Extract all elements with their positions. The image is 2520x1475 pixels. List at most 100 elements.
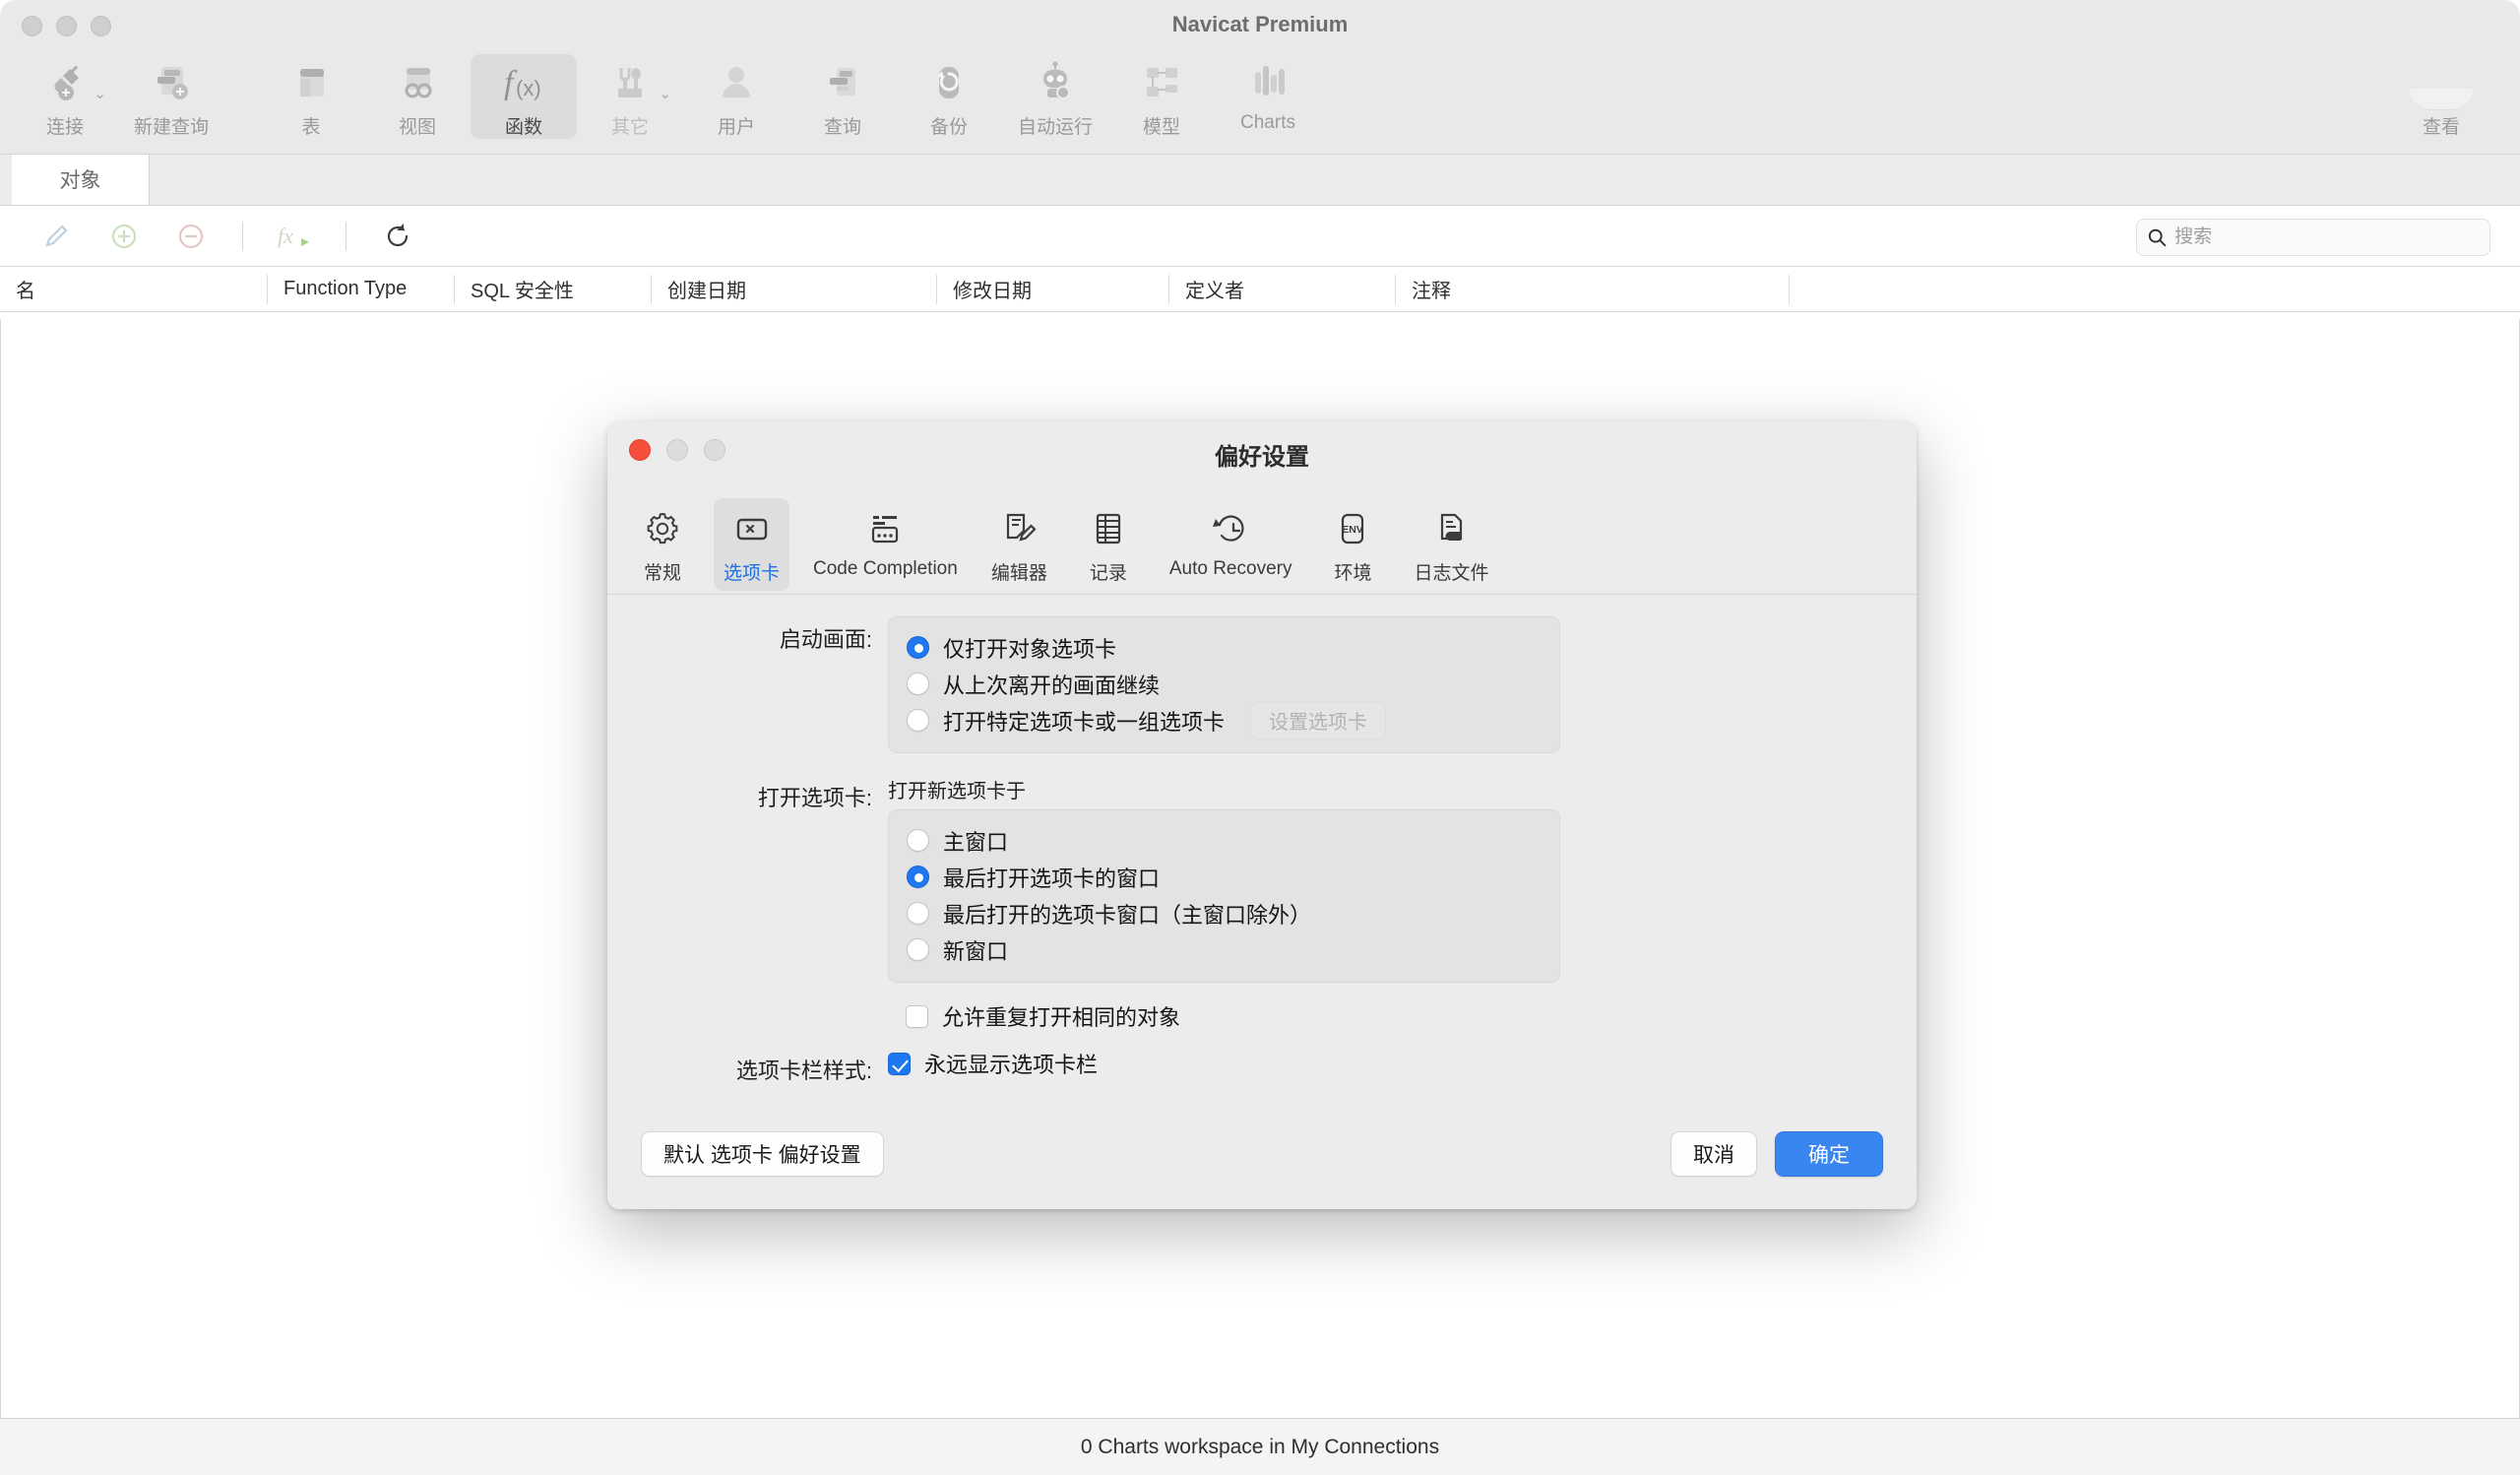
tabbar-style-section: 选项卡栏样式: 永远显示选项卡栏 — [607, 1048, 1917, 1085]
dialog-tab-environment[interactable]: ENV 环境 — [1315, 498, 1390, 591]
execute-button[interactable]: fx — [261, 215, 328, 258]
dialog-tab-label: Auto Recovery — [1168, 558, 1292, 579]
checkbox-always-show-tabbar[interactable] — [888, 1052, 911, 1075]
ok-button[interactable]: 确定 — [1775, 1131, 1883, 1177]
toolbar-item-view-options[interactable]: 查看 — [2362, 55, 2520, 139]
dialog-title: 偏好设置 — [1215, 444, 1309, 471]
tab-label: 对象 — [59, 169, 101, 192]
option-label: 从上次离开的画面继续 — [943, 673, 1161, 698]
backup-icon — [921, 55, 976, 110]
toolbar-item-query[interactable]: 查询 — [789, 51, 896, 139]
startup-option-row[interactable]: 打开特定选项卡或一组选项卡 设置选项卡 — [907, 701, 1542, 739]
dialog-tab-code-completion[interactable]: Code Completion — [803, 498, 968, 586]
svg-text:ENV: ENV — [1343, 524, 1364, 536]
code-completion-icon — [858, 502, 912, 555]
open-tabs-option-row[interactable]: 最后打开的选项卡窗口（主窗口除外） — [907, 895, 1542, 931]
dialog-tab-general[interactable]: 常规 — [625, 498, 700, 591]
records-grid-icon — [1082, 502, 1135, 555]
refresh-icon — [387, 223, 409, 246]
allow-duplicate-row[interactable]: 允许重复打开相同的对象 — [888, 1000, 1180, 1032]
search-box[interactable] — [2136, 219, 2490, 256]
toolbar-item-function[interactable]: f (x) 函数 — [471, 54, 577, 139]
column-header-name[interactable]: 名 — [0, 274, 268, 304]
chevron-down-icon[interactable]: ⌄ — [94, 85, 106, 102]
chevron-down-icon[interactable]: ⌄ — [659, 85, 671, 102]
toolbar-item-connection[interactable]: 连接 ⌄ — [12, 51, 118, 139]
view-icon — [390, 55, 445, 110]
search-icon — [2148, 228, 2167, 247]
toolbar-right-group: 查看 — [2362, 51, 2520, 154]
tabbar-style-row[interactable]: 永远显示选项卡栏 — [888, 1048, 1098, 1079]
checkbox-allow-duplicate-open[interactable] — [906, 1004, 928, 1028]
delete-button[interactable] — [158, 215, 224, 258]
option-label: 最后打开选项卡的窗口 — [943, 866, 1161, 891]
new-query-icon — [144, 55, 199, 110]
column-header-func-type[interactable]: Function Type — [268, 274, 455, 304]
column-header-modified[interactable]: 修改日期 — [937, 274, 1169, 304]
radio-open-object-tab-only[interactable] — [907, 636, 929, 659]
refresh-button[interactable] — [364, 215, 431, 258]
open-tabs-option-row[interactable]: 最后打开选项卡的窗口 — [907, 859, 1542, 895]
open-tabs-label: 打开选项卡: — [757, 786, 872, 810]
startup-section: 启动画面: 仅打开对象选项卡 从上次离开的画面继续 打开特定选项卡或一组选项卡 … — [607, 616, 1917, 753]
add-button[interactable] — [91, 215, 158, 258]
toolbar-items: 连接 ⌄ 新建查询 表 视图 f (x) 函数 其它 ⌄ 用户 查询 备份 自动… — [0, 51, 2520, 154]
open-tabs-option-row[interactable]: 新窗口 — [907, 931, 1542, 968]
toolbar-label: Charts — [1240, 112, 1295, 133]
radio-main-window[interactable] — [907, 829, 929, 852]
column-header-comment[interactable]: 注释 — [1396, 274, 1790, 304]
statusbar: 0 Charts workspace in My Connections — [0, 1418, 2520, 1475]
dialog-tab-label: 编辑器 — [990, 563, 1047, 584]
restore-defaults-button[interactable]: 默认 选项卡 偏好设置 — [641, 1131, 884, 1177]
open-tabs-option-row[interactable]: 主窗口 — [907, 822, 1542, 859]
radio-new-window[interactable] — [907, 938, 929, 961]
edit-button[interactable] — [24, 215, 91, 258]
actionbar-divider — [242, 221, 243, 251]
statusbar-text: 0 Charts workspace in My Connections — [1080, 1435, 1440, 1458]
charts-icon — [1240, 55, 1295, 110]
dialog-tab-tabs[interactable]: 选项卡 — [714, 498, 790, 591]
toolbar-item-table[interactable]: 表 — [258, 51, 364, 139]
column-header-definer[interactable]: 定义者 — [1169, 274, 1396, 304]
dialog-tab-editor[interactable]: 编辑器 — [981, 498, 1057, 591]
toolbar-item-model[interactable]: 模型 — [1108, 51, 1215, 139]
open-tabs-column: 打开新选项卡于 主窗口 最后打开选项卡的窗口 最后打开的选项卡窗口（主窗口除外）… — [888, 775, 1560, 983]
dialog-tab-label: 常规 — [643, 563, 681, 584]
toolbar-item-automation[interactable]: 自动运行 — [1002, 51, 1108, 139]
radio-resume-last-screen[interactable] — [907, 673, 929, 695]
toolbar-item-charts[interactable]: Charts — [1215, 51, 1321, 134]
option-label: 最后打开的选项卡窗口（主窗口除外） — [943, 902, 1312, 928]
table-icon — [284, 55, 339, 110]
tabbar-style-label: 选项卡栏样式: — [735, 1058, 872, 1083]
toolbar-item-view[interactable]: 视图 — [364, 51, 471, 139]
pencil-icon — [45, 224, 68, 247]
dialog-tab-log-file[interactable]: 日志文件 — [1404, 498, 1498, 591]
allow-duplicate-section: 允许重复打开相同的对象 — [607, 1000, 1917, 1032]
toolbar-item-user[interactable]: 用户 — [683, 51, 789, 139]
radio-open-specific-tabs[interactable] — [907, 709, 929, 732]
dialog-body: 启动画面: 仅打开对象选项卡 从上次离开的画面继续 打开特定选项卡或一组选项卡 … — [607, 616, 1917, 1168]
dialog-tab-label: 选项卡 — [724, 563, 781, 584]
option-label: 永远显示选项卡栏 — [924, 1053, 1099, 1077]
radio-last-tab-window-except-main[interactable] — [907, 902, 929, 925]
open-tabs-options-group: 主窗口 最后打开选项卡的窗口 最后打开的选项卡窗口（主窗口除外） 新窗口 — [888, 809, 1560, 983]
tab-objects[interactable]: 对象 — [12, 154, 150, 205]
preferences-dialog: 偏好设置 常规 选项卡 Code Completion 编辑器 记录 Auto … — [607, 421, 1917, 1209]
dialog-tab-records[interactable]: 记录 — [1071, 498, 1146, 591]
option-label: 允许重复打开相同的对象 — [942, 1005, 1181, 1030]
column-header-sql-security[interactable]: SQL 安全性 — [455, 274, 652, 304]
startup-option-row[interactable]: 从上次离开的画面继续 — [907, 666, 1542, 702]
toolbar-item-other[interactable]: 其它 ⌄ — [577, 51, 683, 139]
toolbar-label: 视图 — [398, 117, 436, 138]
toolbar-label: 连接 — [45, 117, 84, 138]
main-toolbar: 连接 ⌄ 新建查询 表 视图 f (x) 函数 其它 ⌄ 用户 查询 备份 自动… — [0, 51, 2520, 155]
toolbar-item-backup[interactable]: 备份 — [896, 51, 1002, 139]
toolbar-label: 备份 — [929, 117, 968, 138]
dialog-tab-auto-recovery[interactable]: Auto Recovery — [1160, 498, 1302, 586]
search-input[interactable] — [2174, 226, 2480, 248]
radio-last-tab-window[interactable] — [907, 866, 929, 888]
startup-option-row[interactable]: 仅打开对象选项卡 — [907, 629, 1542, 666]
toolbar-item-new-query[interactable]: 新建查询 — [118, 51, 224, 139]
column-header-created[interactable]: 创建日期 — [652, 274, 937, 304]
cancel-button[interactable]: 取消 — [1670, 1131, 1757, 1177]
